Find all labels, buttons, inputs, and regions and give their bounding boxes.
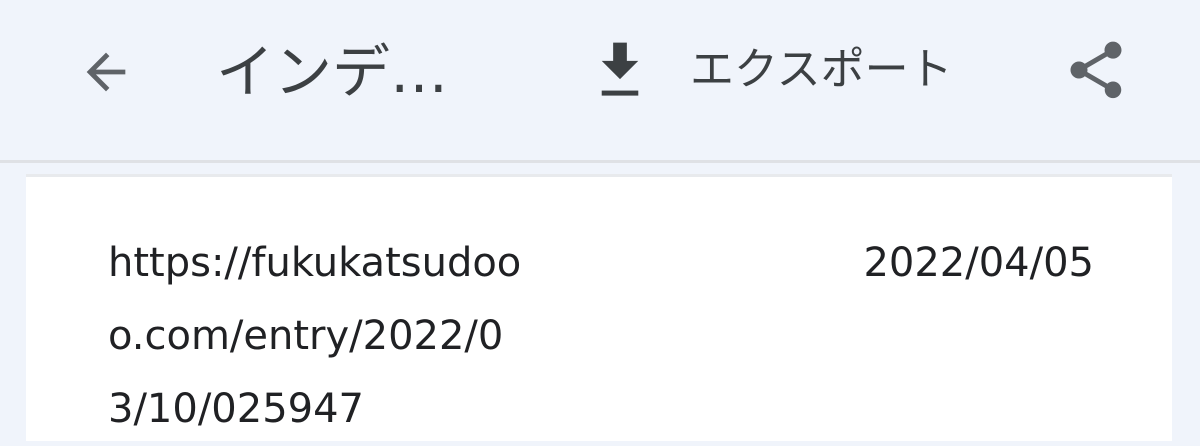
page-title: インデ… (216, 38, 449, 106)
export-label: エクスポート (690, 44, 953, 95)
export-button[interactable]: エクスポート (590, 30, 953, 110)
arrow-back-icon (86, 52, 126, 92)
share-button[interactable] (1056, 30, 1136, 110)
share-icon (1070, 41, 1122, 99)
app-bar-divider (0, 160, 1200, 163)
entry-row[interactable]: https://fukukatsudooo.com/entry/2022/03/… (26, 177, 1172, 441)
app-bar: インデ… エクスポート (0, 0, 1200, 160)
download-icon (590, 36, 650, 104)
entry-url: https://fukukatsudooo.com/entry/2022/03/… (108, 240, 522, 432)
back-button[interactable] (70, 36, 142, 108)
entry-date: 2022/04/05 (863, 240, 1094, 286)
content-card: https://fukukatsudooo.com/entry/2022/03/… (26, 174, 1172, 441)
